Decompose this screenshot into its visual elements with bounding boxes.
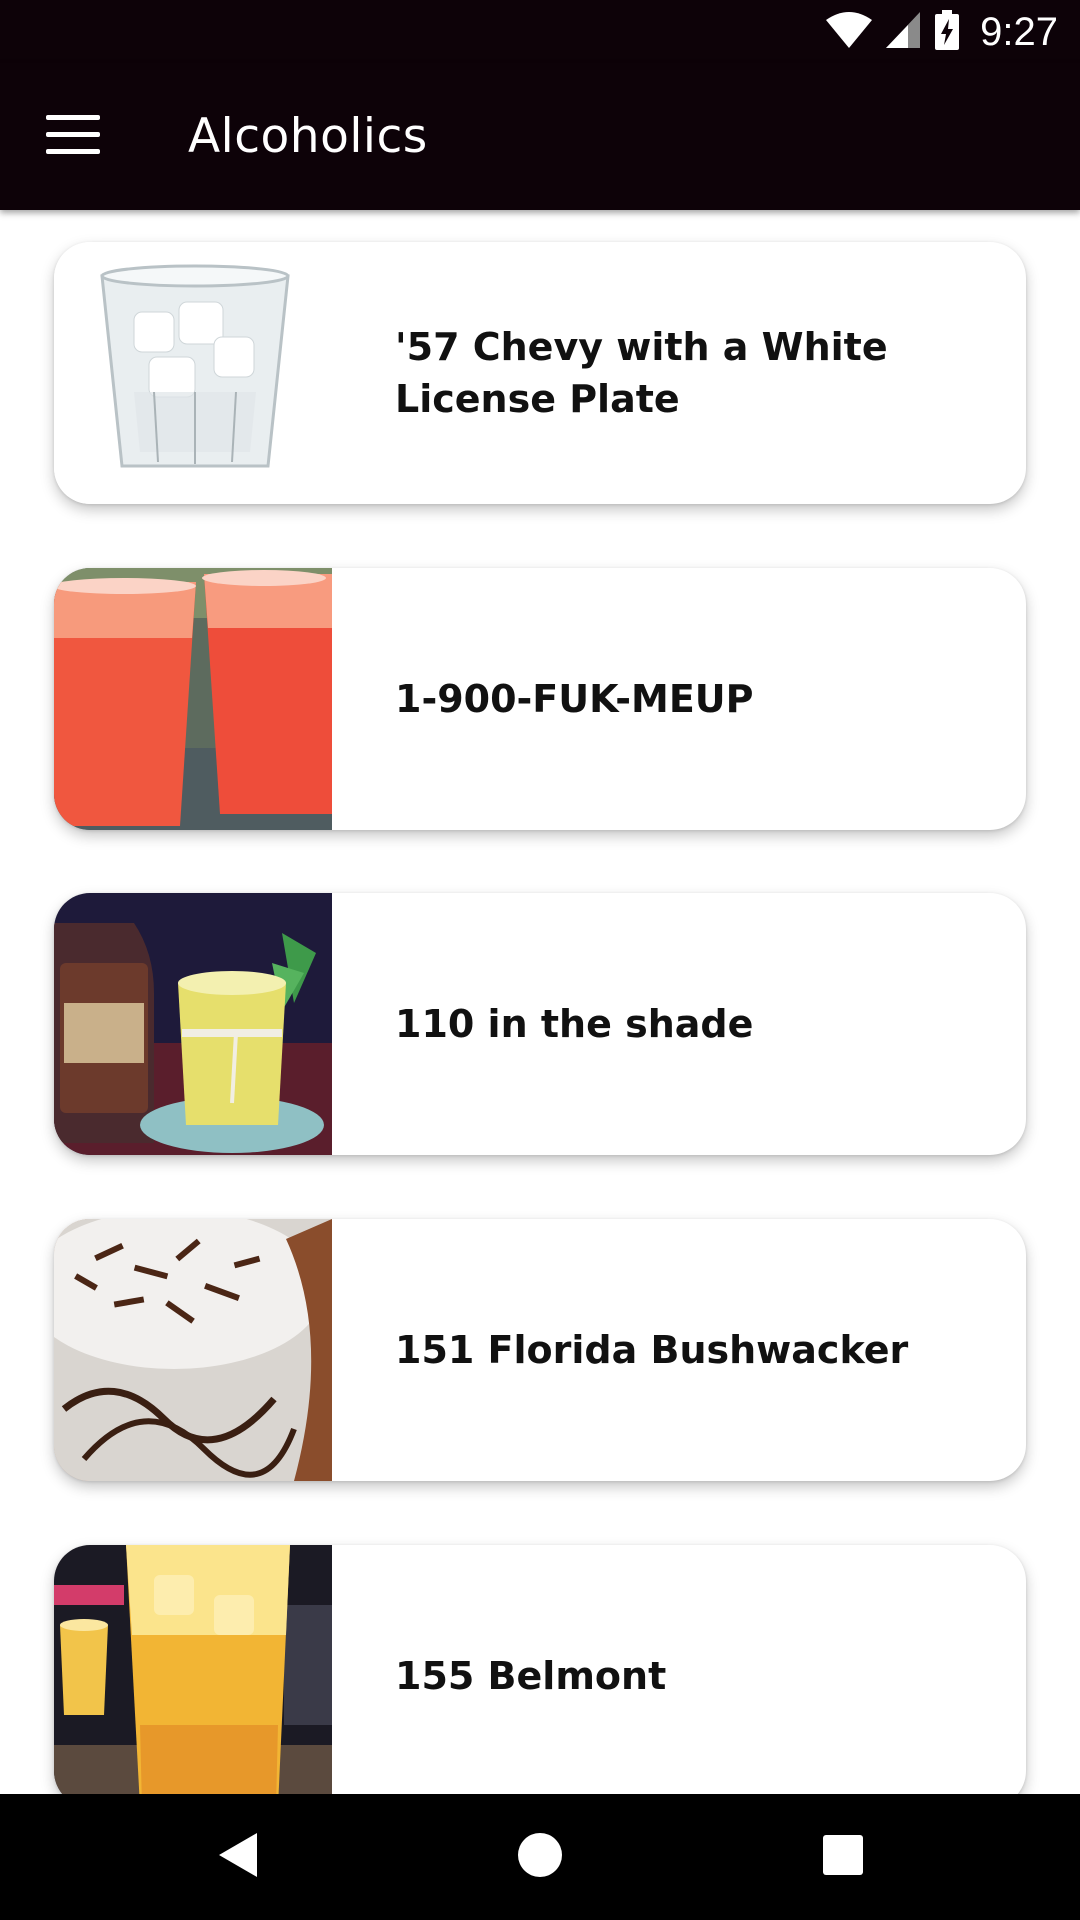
battery-charging-icon (934, 10, 960, 54)
drink-name: 110 in the shade (395, 1002, 754, 1046)
drink-thumbnail (54, 568, 332, 830)
drink-name: 1-900-FUK-MEUP (395, 677, 754, 721)
hamburger-menu-icon[interactable] (46, 115, 100, 159)
app-bar: Alcoholics (0, 63, 1080, 210)
drink-name: 155 Belmont (395, 1654, 667, 1698)
drink-name: 151 Florida Bushwacker (395, 1328, 909, 1372)
system-nav-bar (0, 1794, 1080, 1920)
drink-card[interactable]: 1-900-FUK-MEUP (54, 568, 1026, 830)
back-button[interactable] (204, 1824, 270, 1890)
drink-thumbnail (54, 1545, 332, 1794)
drink-card[interactable]: 110 in the shade (54, 893, 1026, 1155)
drink-name: '57 Chevy with a White License Plate (395, 325, 888, 421)
drink-thumbnail (54, 893, 332, 1155)
drink-card[interactable]: '57 Chevy with a White License Plate (54, 242, 1026, 504)
status-time: 9:27 (980, 9, 1058, 54)
cell-signal-icon (886, 12, 921, 52)
menu-button[interactable] (38, 107, 108, 167)
drink-thumbnail (54, 242, 332, 504)
wifi-icon (826, 12, 873, 52)
home-button[interactable] (507, 1824, 573, 1890)
drink-card[interactable]: 155 Belmont (54, 1545, 1026, 1794)
status-bar: 9:27 (0, 0, 1080, 63)
drink-list[interactable]: '57 Chevy with a White License Plate 1-9… (0, 210, 1080, 1794)
drink-thumbnail (54, 1219, 332, 1481)
drink-card[interactable]: 151 Florida Bushwacker (54, 1219, 1026, 1481)
recents-icon[interactable] (822, 1834, 864, 1880)
status-icons: 9:27 (826, 8, 1058, 56)
back-icon[interactable] (215, 1831, 259, 1883)
page-title: Alcoholics (188, 109, 428, 164)
home-icon[interactable] (517, 1832, 563, 1882)
recents-button[interactable] (810, 1824, 876, 1890)
